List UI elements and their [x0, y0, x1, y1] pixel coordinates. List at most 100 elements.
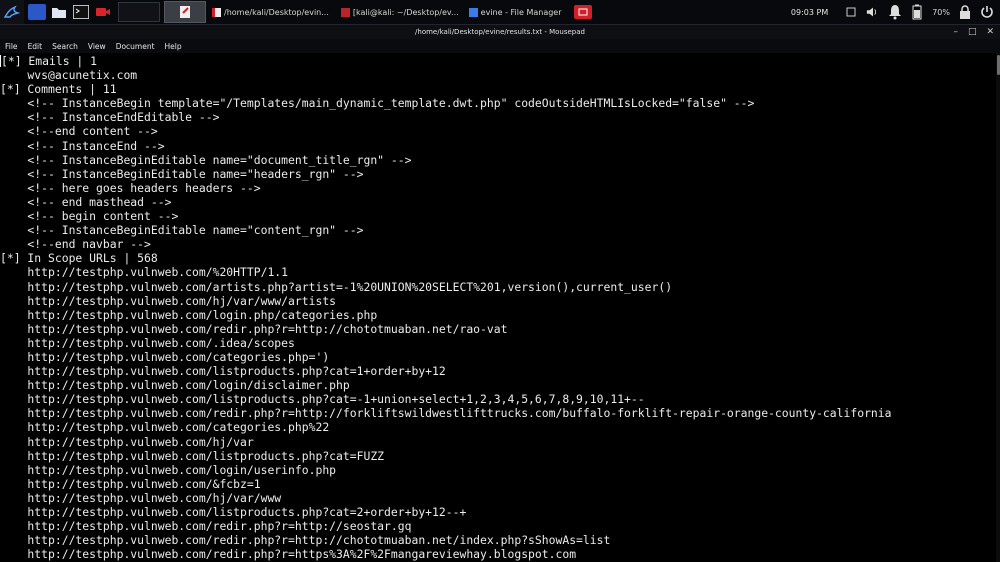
task-terminal[interactable]: [kali@kali: ~/Desktop/ev... [340, 2, 459, 22]
task-mousepad[interactable]: /home/kali/Desktop/evin... [212, 2, 329, 22]
screen-recorder-icon[interactable] [94, 4, 112, 20]
editor-line[interactable]: <!-- InstanceBegin template="/Templates/… [0, 96, 892, 110]
editor-line[interactable]: http://testphp.vulnweb.com/%20HTTP/1.1 [0, 265, 892, 279]
editor-line-text: <!-- InstanceBegin template="/Templates/… [0, 96, 755, 111]
window-title: /home/kali/Desktop/evine/results.txt - M… [415, 28, 585, 36]
editor-line-text: http://testphp.vulnweb.com/redir.php?r=h… [0, 406, 892, 421]
minimize-icon[interactable]: – [953, 27, 958, 37]
editor-line-text: http://testphp.vulnweb.com/&fcbz=1 [0, 476, 261, 491]
editor-line[interactable]: [*] In Scope URLs | 568 [0, 251, 892, 265]
terminal-icon[interactable] [72, 4, 90, 20]
power-icon[interactable] [980, 5, 994, 19]
editor-line[interactable]: [*] Comments | 11 [0, 82, 892, 96]
editor-line-text: http://testphp.vulnweb.com/listproducts.… [0, 392, 645, 407]
kali-dragon-icon[interactable] [0, 0, 24, 24]
editor-line-text: http://testphp.vulnweb.com/categories.ph… [0, 420, 330, 435]
folder-icon[interactable] [50, 4, 68, 20]
editor-line-text: http://testphp.vulnweb.com/categories.ph… [0, 349, 330, 364]
editor-line[interactable]: http://testphp.vulnweb.com/login.php/cat… [0, 308, 892, 322]
volume-icon[interactable] [866, 5, 880, 19]
editor-line-text: http://testphp.vulnweb.com/listproducts.… [0, 505, 467, 519]
editor-line[interactable]: http://testphp.vulnweb.com/listproducts.… [0, 505, 892, 519]
editor-line-text: http://testphp.vulnweb.com/hj/var [0, 434, 254, 449]
window-controls: – □ ✕ [953, 25, 994, 39]
editor-line-text: <!-- here goes headers headers --> [0, 180, 261, 195]
editor-line[interactable]: http://testphp.vulnweb.com/redir.php?r=h… [0, 406, 892, 421]
task-file-manager[interactable]: evine - File Manager [468, 2, 562, 22]
menu-bar: File Edit Search View Document Help [0, 39, 1000, 53]
editor-line[interactable]: <!-- here goes headers headers --> [0, 181, 892, 195]
editor-line[interactable]: <!--end navbar --> [0, 237, 892, 251]
workspace-icon[interactable] [28, 4, 46, 20]
clock[interactable]: 09:03 PM [791, 8, 828, 17]
editor-line[interactable]: <!-- begin content --> [0, 209, 892, 223]
editor-line[interactable]: http://testphp.vulnweb.com/redir.php?r=h… [0, 519, 892, 533]
top-panel: /home/kali/Desktop/evin... [kali@kali: ~… [0, 0, 1000, 25]
editor-line[interactable]: http://testphp.vulnweb.com/redir.php?r=h… [0, 322, 892, 336]
menu-search[interactable]: Search [52, 42, 78, 51]
editor-line-text: <!-- InstanceEndEditable --> [0, 110, 220, 125]
editor-line[interactable]: <!--end content --> [0, 124, 892, 138]
editor-line[interactable]: <!-- InstanceBeginEditable name="documen… [0, 153, 892, 167]
editor-line[interactable]: http://testphp.vulnweb.com/hj/var/www [0, 491, 892, 505]
workspace-2[interactable] [164, 1, 206, 23]
close-icon[interactable]: ✕ [986, 27, 994, 37]
editor-line[interactable]: http://testphp.vulnweb.com/listproducts.… [0, 449, 892, 463]
lock-icon[interactable] [958, 5, 972, 19]
editor-line-text: http://testphp.vulnweb.com/hj/var/www [0, 490, 282, 505]
editor-line[interactable]: http://testphp.vulnweb.com/hj/var [0, 435, 892, 449]
menu-help[interactable]: Help [165, 42, 182, 51]
editor-line[interactable]: http://testphp.vulnweb.com/listproducts.… [0, 364, 892, 378]
menu-view[interactable]: View [88, 42, 106, 51]
editor-line-text: <!-- begin content --> [0, 209, 179, 224]
editor-line-text: http://testphp.vulnweb.com/redir.php?r=h… [0, 519, 412, 534]
editor-line-text: http://testphp.vulnweb.com/listproducts.… [0, 448, 385, 463]
scrollbar[interactable] [996, 53, 1000, 562]
editor-line-text: http://testphp.vulnweb.com/redir.php?r=h… [0, 533, 611, 548]
terminal-icon [340, 7, 350, 17]
editor-line-text: <!-- end masthead --> [0, 194, 172, 209]
maximize-icon[interactable]: □ [968, 27, 977, 37]
editor-line-text: <!--end navbar --> [0, 237, 151, 252]
editor-line[interactable]: http://testphp.vulnweb.com/login/userinf… [0, 463, 892, 477]
editor-line[interactable]: http://testphp.vulnweb.com/login/disclai… [0, 378, 892, 392]
editor-line[interactable]: http://testphp.vulnweb.com/categories.ph… [0, 420, 892, 434]
workspace-1[interactable] [118, 2, 160, 22]
editor-line[interactable]: http://testphp.vulnweb.com/hj/var/www/ar… [0, 294, 892, 308]
menu-document[interactable]: Document [116, 42, 155, 51]
editor-line-text: http://testphp.vulnweb.com/artists.php?a… [0, 279, 673, 294]
window-icon[interactable] [844, 5, 858, 19]
editor-line[interactable]: http://testphp.vulnweb.com/redir.php?r=h… [0, 533, 892, 547]
document-icon [212, 7, 221, 17]
editor-line[interactable]: http://testphp.vulnweb.com/categories.ph… [0, 350, 892, 364]
editor-line[interactable]: http://testphp.vulnweb.com/.idea/scopes [0, 336, 892, 350]
editor-line[interactable]: wvs@acunetix.com [0, 68, 892, 82]
editor-line[interactable]: <!-- InstanceEnd --> [0, 139, 892, 153]
battery-icon[interactable] [910, 4, 924, 20]
editor-line-text: http://testphp.vulnweb.com/listproducts.… [0, 364, 446, 379]
editor-line[interactable]: http://testphp.vulnweb.com/redir.php?r=h… [0, 547, 892, 561]
task-label: evine - File Manager [480, 7, 562, 17]
menu-edit[interactable]: Edit [28, 42, 43, 51]
editor-line-text: [*] In Scope URLs | 568 [0, 251, 158, 266]
system-tray: 09:03 PM 70% [791, 0, 1000, 24]
editor-line[interactable]: [*] Emails | 1 [0, 54, 892, 68]
editor-line-text: http://testphp.vulnweb.com/%20HTTP/1.1 [0, 265, 289, 280]
editor-line[interactable]: http://testphp.vulnweb.com/listproducts.… [0, 392, 892, 406]
task-label: /home/kali/Desktop/evin... [224, 7, 329, 17]
editor-line[interactable]: <!-- InstanceEndEditable --> [0, 110, 892, 124]
menu-file[interactable]: File [5, 42, 18, 51]
editor-line[interactable]: <!-- InstanceBeginEditable name="headers… [0, 167, 892, 181]
editor-line-text: http://testphp.vulnweb.com/redir.php?r=h… [0, 547, 577, 562]
editor-text[interactable]: [*] Emails | 1 wvs@acunetix.com [*] Comme… [0, 54, 892, 561]
window-titlebar[interactable]: /home/kali/Desktop/evine/results.txt - M… [0, 25, 1000, 39]
editor-line[interactable]: http://testphp.vulnweb.com/&fcbz=1 [0, 477, 892, 491]
editor-line[interactable]: <!-- end masthead --> [0, 195, 892, 209]
text-editor[interactable]: [*] Emails | 1 wvs@acunetix.com [*] Comme… [0, 53, 996, 562]
editor-line-text: wvs@acunetix.com [0, 68, 138, 83]
notification-bell-icon[interactable] [888, 5, 902, 20]
editor-line-text: [*] Emails | 1 [1, 54, 98, 68]
editor-line[interactable]: http://testphp.vulnweb.com/artists.php?a… [0, 280, 892, 294]
editor-line[interactable]: <!-- InstanceBeginEditable name="content… [0, 223, 892, 237]
window-icon[interactable] [573, 5, 592, 19]
